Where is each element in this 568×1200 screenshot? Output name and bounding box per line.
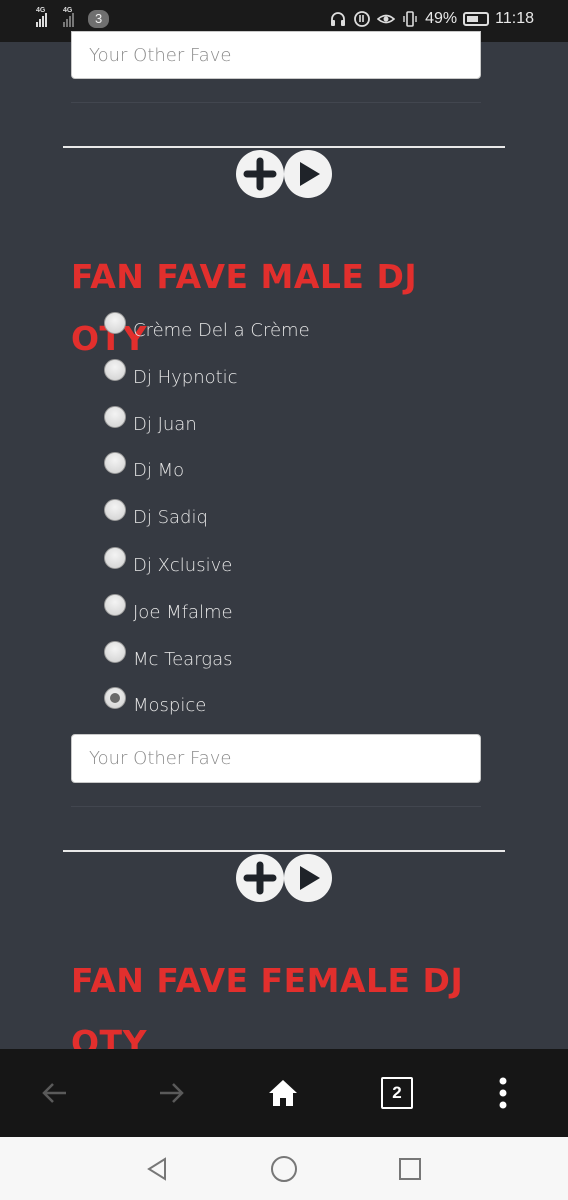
radio-button-checked[interactable] (104, 687, 126, 709)
data-saver-icon (354, 11, 371, 27)
radio-option[interactable]: Dj Xclusive (104, 547, 233, 579)
radio-option[interactable]: Crème Del a Crème (104, 312, 310, 344)
section-divider (63, 146, 505, 148)
back-triangle-icon (147, 1157, 166, 1181)
option-label: Crème Del a Crème (133, 319, 310, 341)
system-home-button[interactable] (268, 1153, 300, 1185)
radio-button[interactable] (104, 594, 126, 616)
play-icon (300, 162, 320, 186)
section-title-male: FAN FAVE MALE DJ OTY (71, 257, 418, 358)
add-button[interactable] (236, 854, 284, 902)
battery-icon (463, 12, 490, 26)
radio-option[interactable]: Mc Teargas (104, 641, 233, 673)
signal-icon: 4G (63, 7, 74, 27)
system-back-button[interactable] (141, 1153, 173, 1185)
radio-option[interactable]: Dj Juan (104, 406, 197, 438)
battery-percent: 49% (425, 10, 458, 27)
back-button[interactable] (33, 1071, 77, 1115)
system-navigation-bar (0, 1137, 568, 1200)
add-button[interactable] (236, 150, 284, 198)
radio-option[interactable]: Joe Mfalme (104, 594, 233, 626)
tabs-icon: 2 (381, 1077, 413, 1109)
plus-icon (243, 861, 277, 895)
option-label: Dj Xclusive (133, 554, 233, 576)
clock: 11:18 (495, 10, 534, 27)
recents-square-icon (399, 1158, 421, 1180)
radio-option[interactable]: Dj Hypnotic (104, 359, 238, 391)
vibrate-icon (403, 11, 417, 27)
play-icon (300, 866, 320, 890)
headset-icon (331, 12, 346, 26)
signal-icon: 4G (36, 7, 47, 27)
status-left: 4G 4G 3 (36, 7, 110, 28)
radio-option[interactable]: Dj Sadiq (104, 499, 208, 531)
play-button[interactable] (284, 150, 332, 198)
radio-button[interactable] (104, 641, 126, 663)
other-fave-input[interactable] (71, 734, 481, 783)
radio-button[interactable] (104, 547, 126, 569)
option-label: Dj Hypnotic (133, 366, 238, 388)
back-arrow-icon (42, 1083, 66, 1103)
eye-comfort-icon (377, 14, 396, 24)
radio-button[interactable] (104, 406, 126, 428)
home-circle-icon (271, 1156, 297, 1182)
radio-button[interactable] (104, 312, 126, 334)
forward-button[interactable] (149, 1071, 193, 1115)
radio-button[interactable] (104, 359, 126, 381)
status-right: 49% 11:18 (329, 10, 534, 28)
option-label: Joe Mfalme (133, 601, 233, 623)
divider (71, 806, 481, 807)
tabs-button[interactable]: 2 (375, 1071, 419, 1115)
system-recents-button[interactable] (394, 1153, 426, 1185)
section-divider (63, 850, 505, 852)
notification-count-badge: 3 (88, 10, 110, 28)
browser-toolbar: 2 (0, 1049, 568, 1137)
home-icon (269, 1080, 297, 1106)
more-menu-button[interactable] (481, 1071, 525, 1115)
radio-button[interactable] (104, 452, 126, 474)
plus-icon (243, 157, 277, 191)
play-button[interactable] (284, 854, 332, 902)
divider (71, 102, 481, 103)
option-label: Dj Sadiq (133, 506, 208, 528)
more-vert-icon (499, 1077, 507, 1109)
option-label: Mc Teargas (133, 648, 233, 670)
home-button[interactable] (261, 1071, 305, 1115)
radio-option[interactable]: Dj Mo (104, 452, 185, 484)
option-label: Mospice (133, 694, 207, 716)
forward-arrow-icon (160, 1083, 184, 1103)
option-label: Dj Juan (133, 413, 197, 435)
other-fave-input-previous[interactable] (71, 31, 481, 79)
radio-button[interactable] (104, 499, 126, 521)
radio-option-selected[interactable]: Mospice (104, 687, 207, 719)
option-label: Dj Mo (133, 459, 185, 481)
